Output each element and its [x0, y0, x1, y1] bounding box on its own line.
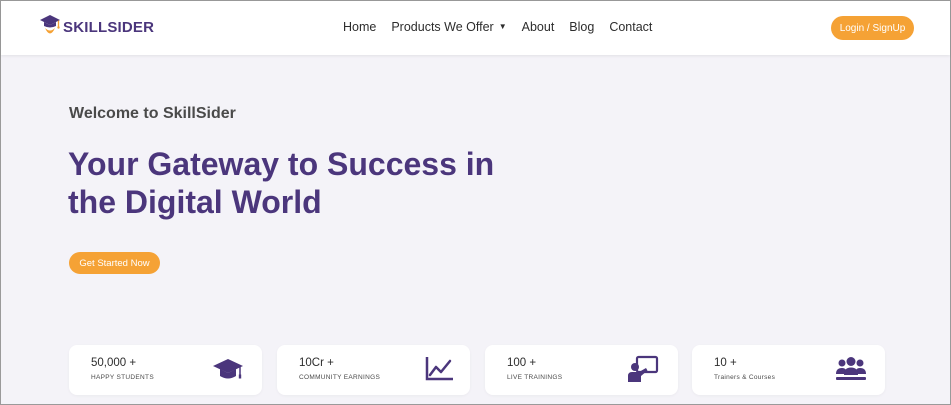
welcome-text: Welcome to SkillSider	[69, 105, 236, 122]
stat-label: Trainers & Courses	[714, 374, 776, 381]
stat-card-community-earnings: 10Cr + COMMUNITY EARNINGS	[277, 345, 470, 395]
nav-products-label: Products We Offer	[391, 20, 494, 34]
brand-name: SKILLSIDER	[63, 18, 155, 36]
presenter-icon	[628, 355, 659, 382]
hero-headline: Your Gateway to Success in the Digital W…	[68, 145, 538, 221]
line-chart-icon	[425, 357, 453, 381]
stat-value: 100 +	[507, 357, 537, 369]
brand-logo[interactable]: SKILLSIDER	[39, 14, 154, 40]
users-group-icon	[836, 357, 866, 380]
login-signup-button[interactable]: Login / SignUp	[831, 16, 914, 40]
stat-value: 50,000 +	[91, 357, 137, 369]
nav-blog[interactable]: Blog	[569, 20, 594, 34]
stat-value: 10Cr +	[299, 357, 334, 369]
nav-home[interactable]: Home	[343, 20, 376, 34]
nav-about[interactable]: About	[522, 20, 555, 34]
caret-down-icon: ▼	[498, 22, 507, 31]
headline-line-1: Your Gateway to Success in	[68, 146, 495, 182]
stat-label: COMMUNITY EARNINGS	[299, 374, 381, 381]
graduation-cap-icon	[213, 359, 243, 379]
stat-card-trainers-courses: 10 + Trainers & Courses	[692, 345, 885, 395]
nav-products-we-offer[interactable]: Products We Offer ▼	[391, 20, 506, 34]
main-nav: Home Products We Offer ▼ About Blog Conta…	[343, 20, 667, 34]
navbar: SKILLSIDER Home Products We Offer ▼ About…	[1, 1, 950, 55]
nav-contact[interactable]: Contact	[609, 20, 652, 34]
stat-label: HAPPY STUDENTS	[91, 374, 154, 381]
stat-label: LIVE TRAININGS	[507, 374, 563, 381]
stat-card-live-trainings: 100 + LIVE TRAININGS	[485, 345, 678, 395]
stat-value: 10 +	[714, 357, 737, 369]
get-started-button[interactable]: Get Started Now	[69, 252, 160, 274]
stat-card-happy-students: 50,000 + HAPPY STUDENTS	[69, 345, 262, 395]
headline-line-2: the Digital World	[68, 184, 322, 220]
graduation-cap-logo-icon	[40, 15, 60, 34]
